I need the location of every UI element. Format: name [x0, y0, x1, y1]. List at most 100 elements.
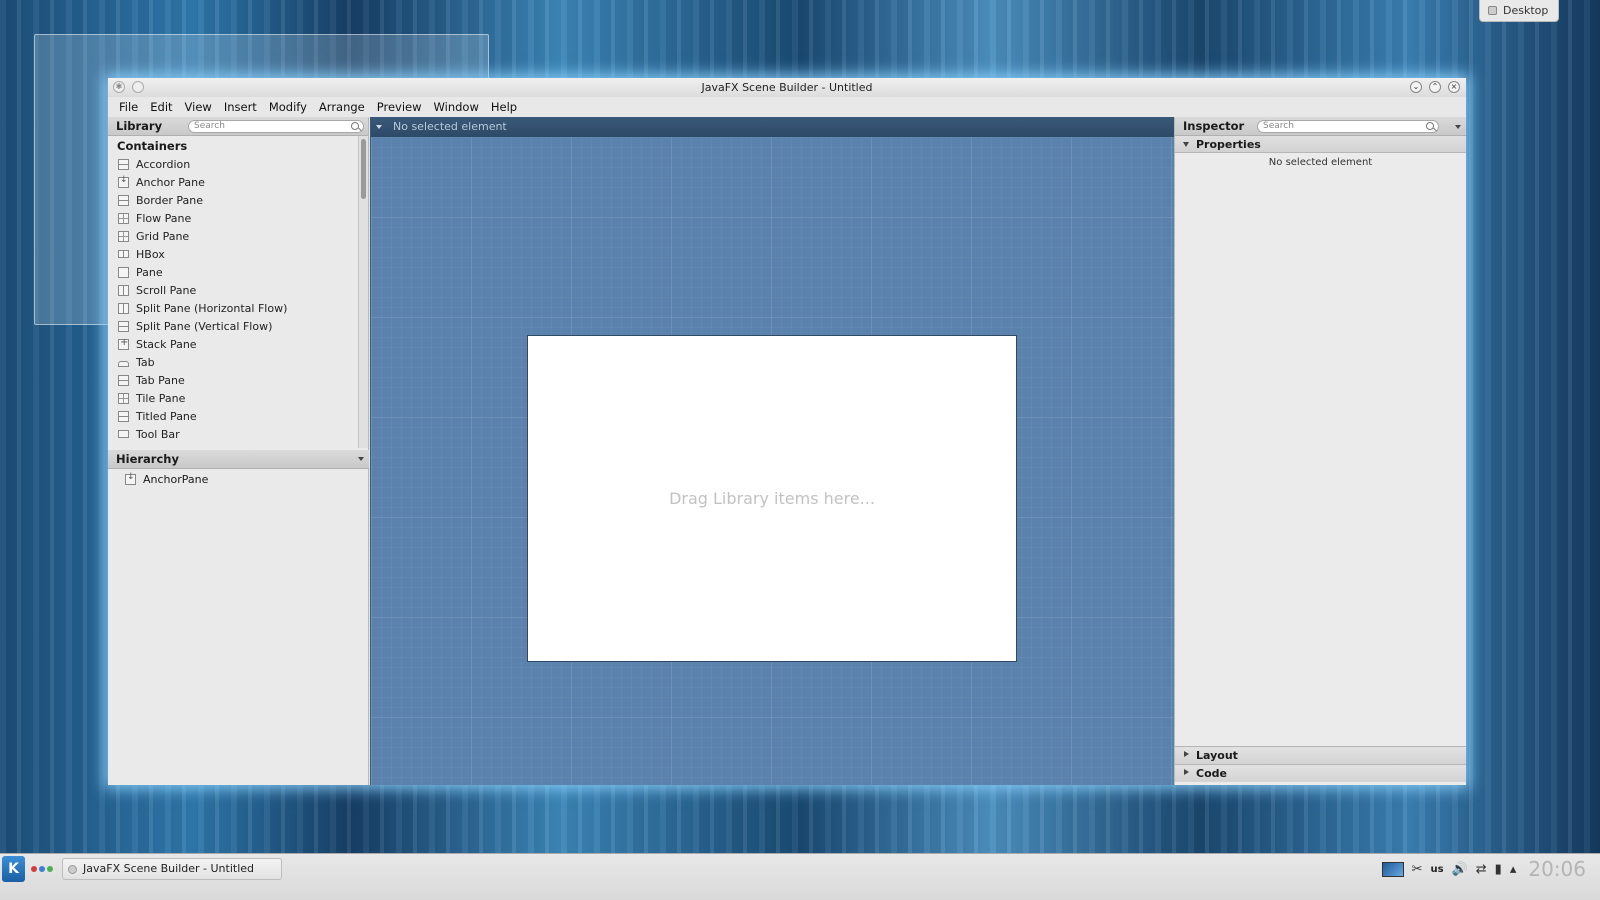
scissors-icon[interactable]: ✂: [1412, 862, 1423, 877]
battery-icon[interactable]: ▮: [1495, 862, 1502, 877]
code-title: Code: [1196, 767, 1227, 780]
anchor-pane-icon: [118, 175, 129, 188]
layout-section-header[interactable]: Layout: [1175, 746, 1466, 764]
search-icon: [351, 122, 359, 130]
anchor-pane-icon: [125, 472, 136, 485]
desktop-button[interactable]: Desktop: [1479, 0, 1559, 22]
app-icon: [68, 865, 77, 874]
anchorpane-stage[interactable]: Drag Library items here...: [527, 335, 1017, 662]
library-item-tool-bar[interactable]: Tool Bar: [108, 425, 358, 443]
library-item-pane[interactable]: Pane: [108, 263, 358, 281]
keyboard-layout-indicator[interactable]: us: [1431, 864, 1444, 875]
library-item-label: Accordion: [136, 157, 191, 171]
library-item-label: Tab Pane: [136, 373, 185, 387]
library-item-label: Split Pane (Vertical Flow): [136, 319, 273, 333]
hierarchy-menu-icon[interactable]: [358, 457, 364, 461]
task-entry-scene-builder[interactable]: JavaFX Scene Builder - Untitled: [62, 858, 282, 880]
system-tray: ✂ us 🔊 ⇄ ▮ ▴ 20:06: [1381, 854, 1600, 884]
tile-pane-icon: [118, 392, 129, 404]
accordion-icon: [118, 158, 129, 170]
flow-pane-icon: [118, 212, 129, 224]
hbox-icon: [118, 250, 129, 258]
library-item-tab-pane[interactable]: Tab Pane: [108, 371, 358, 389]
library-section-containers[interactable]: Containers: [108, 136, 358, 155]
hierarchy-item-anchorpane[interactable]: AnchorPane: [125, 472, 208, 486]
library-item-stack-pane[interactable]: Stack Pane: [108, 335, 358, 353]
library-item-tab[interactable]: Tab: [108, 353, 358, 371]
library-item-titled-pane[interactable]: Titled Pane: [108, 407, 358, 425]
menu-insert[interactable]: Insert: [218, 97, 263, 117]
library-item-hbox[interactable]: HBox: [108, 245, 358, 263]
drop-hint: Drag Library items here...: [669, 489, 875, 508]
tray-expand-icon[interactable]: ▴: [1510, 862, 1517, 877]
selection-dropdown-icon[interactable]: [376, 125, 382, 129]
library-item-accordion[interactable]: Accordion: [108, 155, 358, 173]
library-item-label: Tab: [136, 355, 155, 369]
window-title: JavaFX Scene Builder - Untitled: [701, 81, 873, 94]
library-item-tile-pane[interactable]: Tile Pane: [108, 389, 358, 407]
window-menu-icon[interactable]: ✱: [113, 81, 125, 93]
title-bar[interactable]: ✱ JavaFX Scene Builder - Untitled ⌄ ⌃ ×: [108, 78, 1466, 97]
menu-file[interactable]: File: [113, 97, 144, 117]
library-scrollbar[interactable]: [358, 136, 368, 448]
maximize-icon[interactable]: ⌃: [1429, 81, 1441, 93]
menu-window[interactable]: Window: [428, 97, 485, 117]
split-pane-horizontal-icon: [118, 302, 129, 314]
screen-preview-icon[interactable]: [1381, 861, 1404, 877]
taskbar: K JavaFX Scene Builder - Untitled ✂ us 🔊…: [0, 853, 1600, 900]
stack-pane-icon: [118, 337, 129, 350]
library-item-label: Grid Pane: [136, 229, 190, 243]
properties-title: Properties: [1196, 138, 1261, 151]
library-scroll-thumb[interactable]: [361, 139, 366, 199]
library-item-border-pane[interactable]: Border Pane: [108, 191, 358, 209]
volume-icon[interactable]: 🔊: [1452, 862, 1468, 877]
menu-bar: File Edit View Insert Modify Arrange Pre…: [108, 97, 1466, 117]
menu-edit[interactable]: Edit: [144, 97, 178, 117]
menu-preview[interactable]: Preview: [371, 97, 428, 117]
activity-dots-icon[interactable]: [31, 866, 53, 872]
left-panel: Library Search Containers Accordion Anch…: [108, 117, 369, 785]
content-canvas[interactable]: No selected element Drag Library items h…: [370, 117, 1174, 785]
minimize-icon[interactable]: ⌄: [1410, 81, 1422, 93]
code-section-header[interactable]: Code: [1175, 764, 1466, 782]
desktop-icon: [1488, 6, 1497, 15]
tab-icon: [118, 360, 129, 367]
network-icon[interactable]: ⇄: [1476, 862, 1487, 877]
library-item-anchor-pane[interactable]: Anchor Pane: [108, 173, 358, 191]
library-item-split-pane-horizontal[interactable]: Split Pane (Horizontal Flow): [108, 299, 358, 317]
inspector-menu-icon[interactable]: [1455, 125, 1461, 129]
pane-icon: [118, 266, 129, 278]
tab-pane-icon: [118, 374, 129, 386]
library-item-label: Stack Pane: [136, 337, 197, 351]
selection-label: No selected element: [393, 120, 507, 133]
grid-pane-icon: [118, 230, 129, 242]
pin-icon[interactable]: [132, 81, 144, 93]
expanded-arrow-icon: [1183, 142, 1189, 147]
library-item-label: HBox: [136, 247, 165, 261]
desktop-label: Desktop: [1503, 4, 1549, 17]
kde-menu-icon[interactable]: K: [2, 856, 25, 882]
menu-modify[interactable]: Modify: [263, 97, 313, 117]
library-item-label: Tile Pane: [136, 391, 186, 405]
library-search-input[interactable]: Search: [188, 120, 364, 133]
collapsed-arrow-icon: [1184, 769, 1189, 775]
collapsed-arrow-icon: [1184, 751, 1189, 757]
inspector-search-input[interactable]: Search: [1257, 120, 1439, 133]
inspector-header: Inspector Search: [1175, 117, 1466, 136]
close-icon[interactable]: ×: [1448, 81, 1460, 93]
properties-section-header[interactable]: Properties: [1175, 136, 1466, 153]
scene-builder-window: ✱ JavaFX Scene Builder - Untitled ⌄ ⌃ × …: [108, 78, 1466, 785]
inspector-title: Inspector: [1183, 119, 1245, 133]
library-item-label: Tool Bar: [136, 427, 180, 441]
menu-arrange[interactable]: Arrange: [313, 97, 371, 117]
clock[interactable]: 20:06: [1524, 857, 1596, 881]
menu-help[interactable]: Help: [485, 97, 523, 117]
library-item-split-pane-vertical[interactable]: Split Pane (Vertical Flow): [108, 317, 358, 335]
library-item-grid-pane[interactable]: Grid Pane: [108, 227, 358, 245]
menu-view[interactable]: View: [179, 97, 218, 117]
library-item-scroll-pane[interactable]: Scroll Pane: [108, 281, 358, 299]
library-item-label: Split Pane (Horizontal Flow): [136, 301, 288, 315]
hierarchy-header[interactable]: Hierarchy: [108, 450, 369, 469]
library-item-label: Border Pane: [136, 193, 203, 207]
library-item-flow-pane[interactable]: Flow Pane: [108, 209, 358, 227]
